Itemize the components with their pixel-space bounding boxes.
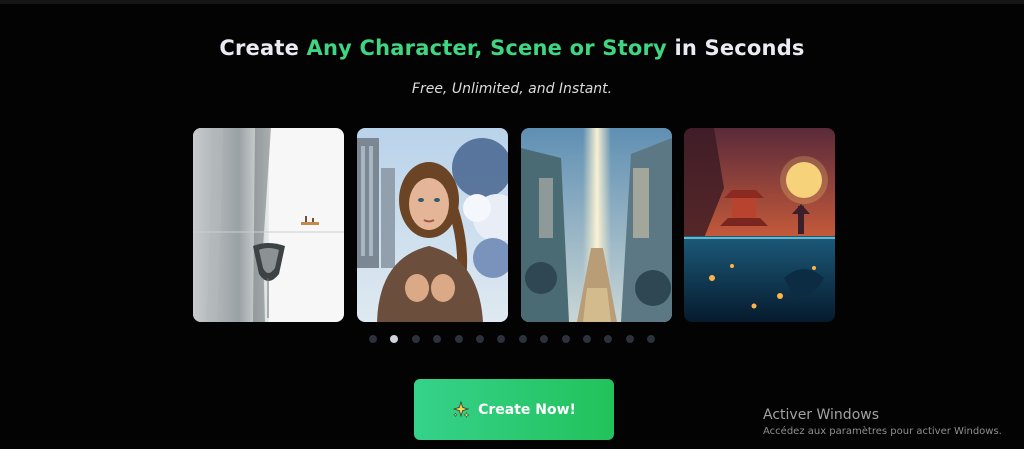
carousel-dot[interactable] [369, 335, 377, 343]
pagoda-image [684, 128, 835, 322]
carousel-dot[interactable] [454, 335, 463, 343]
top-divider [0, 0, 1024, 4]
carousel-card-pagoda[interactable] [684, 128, 835, 322]
carousel-dot[interactable] [604, 335, 613, 343]
carousel-card-boat[interactable] [193, 128, 344, 322]
watermark-subtitle: Accédez aux paramètres pour activer Wind… [763, 426, 1002, 437]
hero-headline: Create Any Character, Scene or Story in … [0, 36, 1024, 60]
carousel-dot-active[interactable] [390, 335, 399, 343]
create-now-button[interactable]: Create Now! [414, 379, 614, 440]
carousel-dot[interactable] [561, 335, 570, 343]
carousel-card-portrait[interactable] [357, 128, 508, 322]
headline-accent: Any Character, Scene or Story [306, 36, 667, 60]
carousel-dot[interactable] [518, 335, 527, 343]
carousel-dot[interactable] [476, 335, 484, 343]
carousel-dot[interactable] [540, 335, 549, 343]
carousel-card-canyon[interactable] [521, 128, 672, 322]
carousel-dot[interactable] [625, 335, 634, 343]
headline-prefix: Create [219, 36, 307, 60]
windows-activation-watermark: Activer Windows Accédez aux paramètres p… [763, 407, 1002, 437]
carousel-dot[interactable] [497, 335, 506, 343]
watermark-title: Activer Windows [763, 407, 880, 423]
headline-suffix: in Seconds [666, 36, 805, 60]
create-now-label: Create Now! [478, 401, 576, 418]
sparkle-icon [452, 400, 470, 419]
carousel-dot[interactable] [583, 335, 591, 343]
carousel-dot[interactable] [433, 335, 442, 343]
canyon-image [521, 128, 672, 322]
image-carousel[interactable] [193, 128, 835, 322]
boat-image [193, 128, 344, 322]
hero-subtitle: Free, Unlimited, and Instant. [411, 81, 613, 97]
carousel-dot[interactable] [411, 335, 420, 343]
portrait-image [357, 128, 508, 322]
carousel-dot[interactable] [647, 335, 656, 343]
